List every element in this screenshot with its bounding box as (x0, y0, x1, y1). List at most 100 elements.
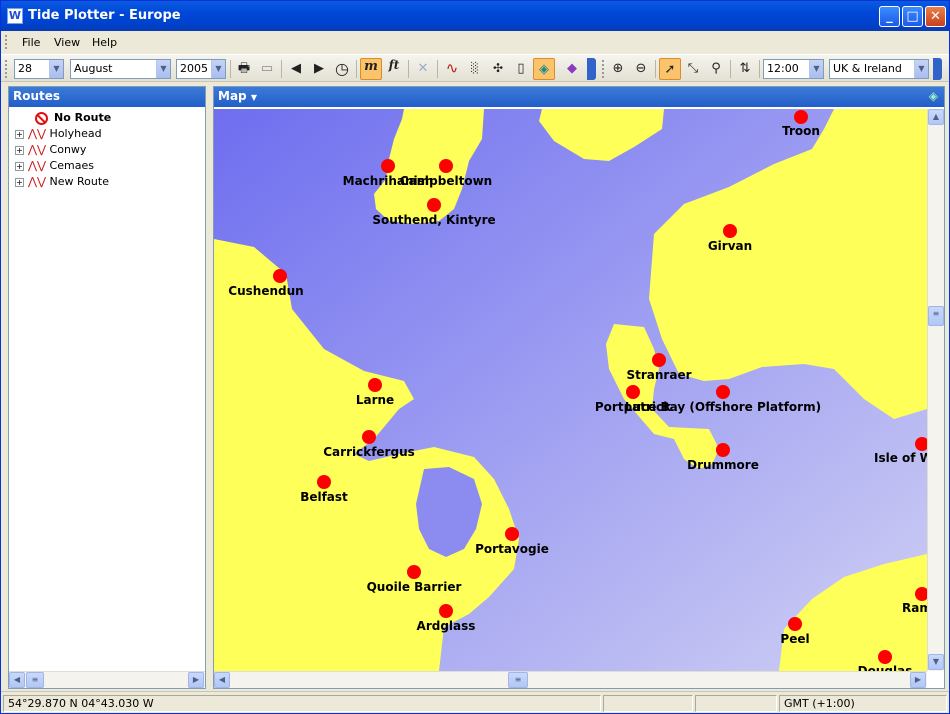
magnify-icon[interactable]: ⚲ (705, 58, 727, 80)
print-preview-icon[interactable]: ▭ (256, 58, 278, 80)
routes-horizontal-scrollbar[interactable]: ◀ ≡ ▶ (9, 671, 205, 688)
next-icon[interactable]: ▶ (308, 58, 330, 80)
port-marker[interactable] (407, 565, 421, 579)
scroll-down-icon[interactable]: ▼ (928, 654, 944, 670)
port-label[interactable]: Drummore (687, 458, 759, 472)
port-label[interactable]: Larne (356, 393, 394, 407)
tree-item-new-route[interactable]: + ⋀⋁ New Route (15, 174, 109, 190)
print-icon[interactable]: 🖶 (233, 58, 255, 80)
port-marker[interactable] (439, 604, 453, 618)
minimize-button[interactable]: _ (879, 6, 900, 27)
tree-item-conwy[interactable]: + ⋀⋁ Conwy (15, 142, 86, 158)
scroll-thumb[interactable]: ≡ (928, 306, 944, 326)
map-horizontal-scrollbar[interactable]: ◀ ≡ ▶ (214, 671, 927, 688)
scroll-left-icon[interactable]: ◀ (214, 672, 230, 688)
port-label[interactable]: Campbeltown (400, 174, 492, 188)
zoom-in-icon[interactable]: ⊕ (607, 58, 629, 80)
menu-grip[interactable] (5, 35, 8, 49)
scroll-up-icon[interactable]: ▲ (928, 109, 944, 125)
port-label[interactable]: Isle of W (874, 451, 927, 465)
port-marker[interactable] (317, 475, 331, 489)
tide-curve-icon[interactable]: ∿ (441, 58, 463, 80)
port-label[interactable]: Southend, Kintyre (372, 213, 495, 227)
toolbar-grip[interactable] (5, 60, 8, 78)
scroll-thumb[interactable]: ≡ (508, 672, 528, 688)
chevron-down-icon[interactable]: ▼ (251, 93, 257, 102)
prev-icon[interactable]: ◀ (285, 58, 307, 80)
chevron-down-icon[interactable]: ▼ (809, 60, 823, 78)
port-label[interactable]: Ram (902, 601, 927, 615)
port-label[interactable]: Peel (780, 632, 809, 646)
scroll-thumb[interactable]: ≡ (26, 672, 44, 688)
port-label[interactable]: Luce Bay (Offshore Platform) (625, 400, 821, 414)
scroll-right-icon[interactable]: ▶ (910, 672, 926, 688)
tree-item-no-route[interactable]: No Route (21, 110, 111, 126)
toolbar-overflow-icon[interactable] (587, 58, 596, 80)
port-label[interactable]: Stranraer (626, 368, 691, 382)
port-marker[interactable] (716, 385, 730, 399)
scroll-left-icon[interactable]: ◀ (9, 672, 25, 688)
expand-icon[interactable]: ✣ (487, 58, 509, 80)
port-marker[interactable] (505, 527, 519, 541)
map-icon[interactable]: ◈ (533, 58, 555, 80)
metres-icon[interactable]: m (360, 58, 382, 80)
month-select[interactable]: August ▼ (70, 59, 171, 79)
port-label[interactable]: Belfast (300, 490, 348, 504)
port-marker[interactable] (381, 159, 395, 173)
port-label[interactable]: Troon (782, 124, 820, 138)
map-title[interactable]: Map (218, 89, 247, 103)
menu-file[interactable]: File (22, 36, 40, 49)
port-marker[interactable] (788, 617, 802, 631)
port-label[interactable]: Ardglass (417, 619, 476, 633)
delete-icon[interactable]: ✕ (412, 58, 434, 80)
title-bar[interactable]: W Tide Plotter - Europe _ □ ✕ (1, 1, 949, 31)
port-label[interactable]: Portavogie (475, 542, 549, 556)
port-label[interactable]: Cushendun (228, 284, 303, 298)
expand-icon[interactable]: + (15, 129, 24, 139)
tree-item-holyhead[interactable]: + ⋀⋁ Holyhead (15, 126, 102, 142)
chevron-down-icon[interactable]: ▼ (49, 60, 63, 78)
menu-view[interactable]: View (54, 36, 80, 49)
port-label[interactable]: Douglas (858, 664, 913, 671)
toolbar-overflow-icon[interactable] (933, 58, 942, 80)
menu-help[interactable]: Help (92, 36, 117, 49)
day-select[interactable]: 28 ▼ (14, 59, 64, 79)
port-label[interactable]: Quoile Barrier (367, 580, 462, 594)
port-marker[interactable] (652, 353, 666, 367)
chevron-down-icon[interactable]: ▼ (156, 60, 170, 78)
pointer-icon[interactable]: ➚ (659, 58, 681, 80)
map-vertical-scrollbar[interactable]: ▲ ≡ ▼ (927, 109, 944, 671)
port-label[interactable]: Girvan (708, 239, 752, 253)
clock-icon[interactable]: ◷ (331, 58, 353, 80)
scroll-right-icon[interactable]: ▶ (188, 672, 204, 688)
feet-icon[interactable]: ft (383, 58, 405, 80)
port-marker[interactable] (362, 430, 376, 444)
expand-icon[interactable]: + (15, 177, 24, 187)
maximize-button[interactable]: □ (902, 6, 923, 27)
grid-icon[interactable]: ░ (464, 58, 486, 80)
toolbar-grip[interactable] (602, 60, 605, 78)
expand-icon[interactable]: + (15, 161, 24, 171)
port-marker[interactable] (439, 159, 453, 173)
expand-icon[interactable]: + (15, 145, 24, 155)
port-marker[interactable] (878, 650, 892, 664)
chevron-down-icon[interactable]: ▼ (211, 60, 225, 78)
help-book-icon[interactable]: ◆ (561, 58, 583, 80)
port-marker[interactable] (368, 378, 382, 392)
year-select[interactable]: 2005 ▼ (176, 59, 226, 79)
measure-icon[interactable]: ⤡ (682, 58, 704, 80)
tree-item-cemaes[interactable]: + ⋀⋁ Cemaes (15, 158, 94, 174)
route-icon[interactable]: ⇅ (734, 58, 756, 80)
chevron-down-icon[interactable]: ▼ (914, 60, 928, 78)
close-button[interactable]: ✕ (925, 6, 946, 27)
map-icon[interactable]: ◈ (929, 87, 938, 106)
port-marker[interactable] (273, 269, 287, 283)
port-marker[interactable] (427, 198, 441, 212)
port-marker[interactable] (716, 443, 730, 457)
port-label[interactable]: Carrickfergus (323, 445, 415, 459)
port-marker[interactable] (626, 385, 640, 399)
port-marker[interactable] (723, 224, 737, 238)
zoom-out-icon[interactable]: ⊖ (630, 58, 652, 80)
region-select[interactable]: UK & Ireland ▼ (829, 59, 929, 79)
tide-map[interactable]: TroonMachrihanishCampbeltownSouthend, Ki… (214, 109, 927, 671)
